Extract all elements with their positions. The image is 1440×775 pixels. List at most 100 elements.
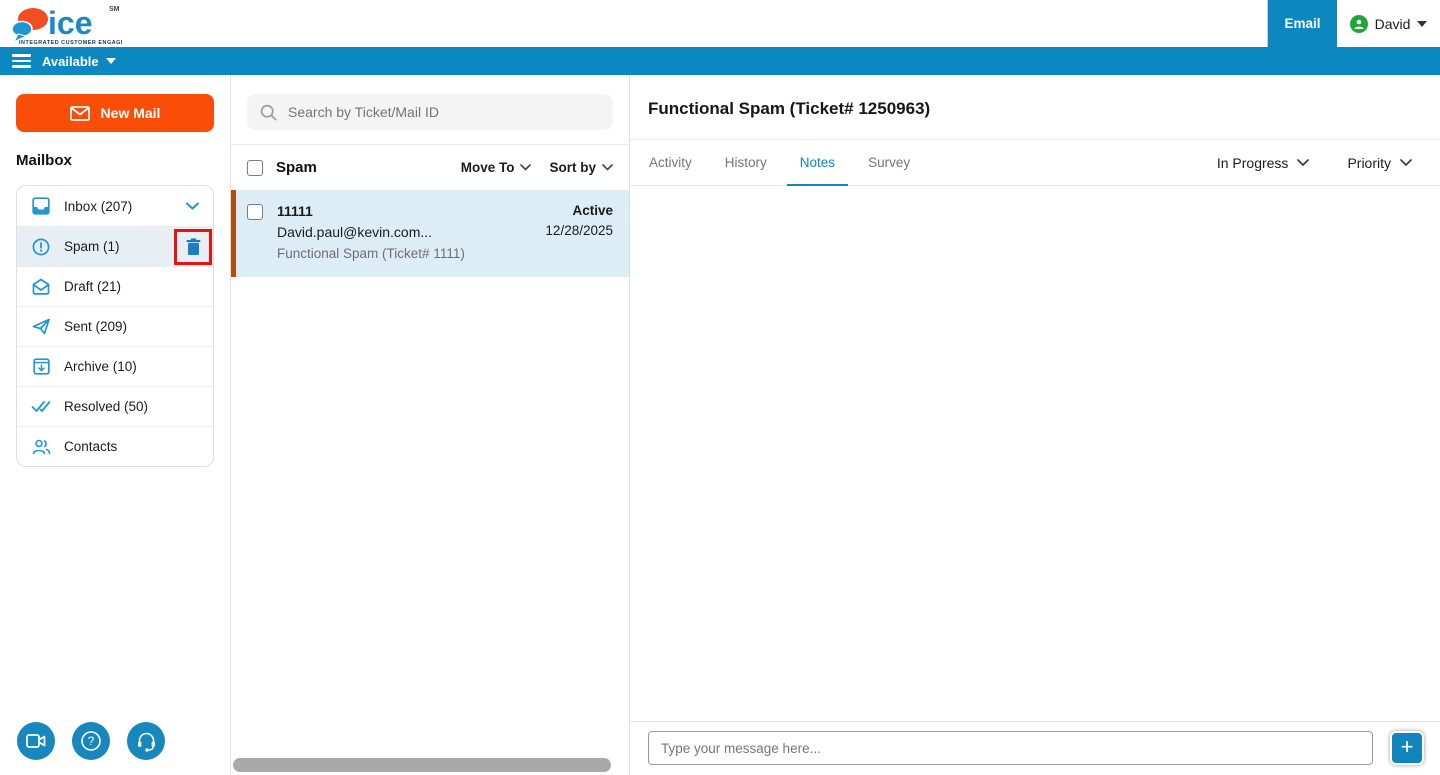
mail-item-id: 11111 (277, 203, 313, 219)
sidebar-item-label: Draft (21) (64, 279, 122, 294)
top-header: ice SM INTEGRATED CUSTOMER ENGAGEMENT Em… (0, 0, 1440, 47)
availability-label: Available (42, 53, 99, 69)
support-button[interactable] (127, 722, 165, 760)
priority-value: Priority (1347, 154, 1391, 171)
resolved-icon (31, 400, 51, 413)
video-call-button[interactable] (17, 722, 55, 760)
message-input[interactable] (648, 731, 1373, 765)
video-camera-icon (26, 734, 46, 748)
plus-icon: + (1400, 733, 1414, 759)
availability-dropdown[interactable]: Available (42, 54, 116, 69)
mail-item-checkbox[interactable] (247, 204, 263, 220)
archive-icon (31, 358, 51, 375)
chevron-down-icon (520, 164, 532, 171)
ticket-title: Functional Spam (Ticket# 1250963) (648, 99, 931, 118)
svg-text:SM: SM (109, 6, 120, 13)
folder-list: Inbox (207) Spam (1) Draft (21) Sent (20… (16, 185, 214, 467)
sidebar-item-label: Sent (209) (64, 319, 128, 334)
mail-list-item[interactable]: 11111 David.paul@kevin.com... Functional… (231, 190, 629, 277)
chevron-down-icon (1417, 20, 1428, 27)
tab-notes[interactable]: Notes (786, 140, 849, 186)
mail-list-header: Spam Move To Sort by (231, 144, 629, 190)
sidebar-item-archive[interactable]: Archive (10) (17, 346, 213, 386)
search-icon (260, 104, 277, 120)
list-controls: Move To Sort by (461, 160, 613, 175)
detail-header: Functional Spam (Ticket# 1250963) (630, 75, 1440, 140)
mail-item-subject: Functional Spam (Ticket# 1111) (277, 246, 465, 261)
chevron-down-icon (1297, 158, 1310, 166)
sort-by-label: Sort by (549, 160, 596, 175)
folder-title: Spam (276, 159, 317, 176)
ice-logo-icon: ice SM INTEGRATED CUSTOMER ENGAGEMENT (11, 5, 142, 46)
select-all-checkbox[interactable] (247, 159, 263, 176)
sidebar-item-spam[interactable]: Spam (1) (17, 226, 213, 266)
tab-label: Activity (649, 155, 692, 170)
app-window: ice SM INTEGRATED CUSTOMER ENGAGEMENT Em… (0, 0, 1440, 775)
sidebar-item-label: Archive (10) (64, 359, 137, 374)
detail-tabs-row: Activity History Notes Survey In Progres… (630, 140, 1440, 186)
tab-email[interactable]: Email (1267, 0, 1337, 47)
move-to-dropdown[interactable]: Move To (461, 160, 532, 175)
ticket-controls: In Progress Priority (1217, 140, 1412, 185)
sidebar-item-label: Resolved (50) (64, 399, 149, 414)
search-area (231, 75, 629, 144)
svg-text:?: ? (88, 734, 95, 748)
header-spacer (122, 0, 1267, 47)
chevron-down-icon (105, 58, 116, 64)
sidebar-item-contacts[interactable]: Contacts (17, 426, 213, 466)
hamburger-menu-icon[interactable] (12, 54, 31, 68)
user-menu[interactable]: David (1337, 0, 1440, 47)
svg-text:INTEGRATED CUSTOMER ENGAGEMENT: INTEGRATED CUSTOMER ENGAGEMENT (19, 40, 122, 46)
ticket-detail-panel: Functional Spam (Ticket# 1250963) Activi… (630, 75, 1440, 775)
help-button[interactable]: ? (72, 722, 110, 760)
sidebar-item-label: Spam (1) (64, 239, 120, 254)
message-composer: + (630, 721, 1440, 775)
chevron-down-icon[interactable] (186, 202, 199, 210)
tab-survey[interactable]: Survey (855, 140, 923, 185)
sort-by-dropdown[interactable]: Sort by (549, 160, 613, 175)
brand-logo: ice SM INTEGRATED CUSTOMER ENGAGEMENT (0, 0, 142, 47)
mail-item-from: David.paul@kevin.com... (277, 224, 433, 240)
search-box[interactable] (247, 94, 613, 130)
inbox-icon (31, 197, 51, 215)
mail-item-status: Active (572, 203, 613, 218)
notes-content-area (630, 186, 1440, 721)
main-content: New Mail Mailbox Inbox (207) Spam (1) Dr… (0, 75, 1440, 775)
status-dropdown[interactable]: In Progress (1217, 155, 1310, 171)
new-mail-button[interactable]: New Mail (16, 94, 214, 132)
draft-icon (31, 278, 51, 295)
sidebar-item-inbox[interactable]: Inbox (207) (17, 186, 213, 226)
move-to-label: Move To (460, 160, 515, 175)
floating-action-buttons: ? (17, 722, 165, 760)
tab-label: Survey (868, 155, 911, 170)
person-icon (1354, 19, 1364, 29)
search-input[interactable] (288, 104, 600, 120)
priority-dropdown[interactable]: Priority (1347, 155, 1412, 171)
sidebar-item-label: Inbox (207) (64, 198, 133, 214)
mail-item-date: 12/28/2025 (545, 223, 613, 238)
horizontal-scrollbar[interactable] (233, 758, 611, 772)
sidebar-item-resolved[interactable]: Resolved (50) (17, 386, 213, 426)
sidebar-item-draft[interactable]: Draft (21) (17, 266, 213, 306)
sidebar-item-label: Contacts (64, 439, 118, 454)
trash-icon[interactable] (186, 237, 201, 256)
sidebar: New Mail Mailbox Inbox (207) Spam (1) Dr… (0, 75, 230, 775)
status-bar: Available (0, 47, 1440, 75)
headset-icon (137, 732, 155, 752)
tab-history[interactable]: History (712, 140, 780, 185)
mail-item-meta: Active 12/28/2025 (545, 203, 613, 277)
mailbox-heading: Mailbox (16, 152, 72, 169)
add-attachment-button[interactable]: + (1390, 731, 1424, 765)
chevron-down-icon (602, 164, 613, 171)
chevron-down-icon (1400, 158, 1412, 166)
tab-label: Notes (799, 155, 836, 170)
spam-icon (31, 238, 51, 256)
mail-list-panel: Spam Move To Sort by (230, 75, 630, 775)
contacts-icon (31, 439, 51, 455)
envelope-icon (69, 105, 90, 121)
sidebar-item-sent[interactable]: Sent (209) (17, 306, 213, 346)
new-mail-label: New Mail (100, 105, 161, 121)
user-name: David (1374, 15, 1411, 32)
tab-activity[interactable]: Activity (636, 140, 705, 185)
avatar (1349, 14, 1368, 33)
